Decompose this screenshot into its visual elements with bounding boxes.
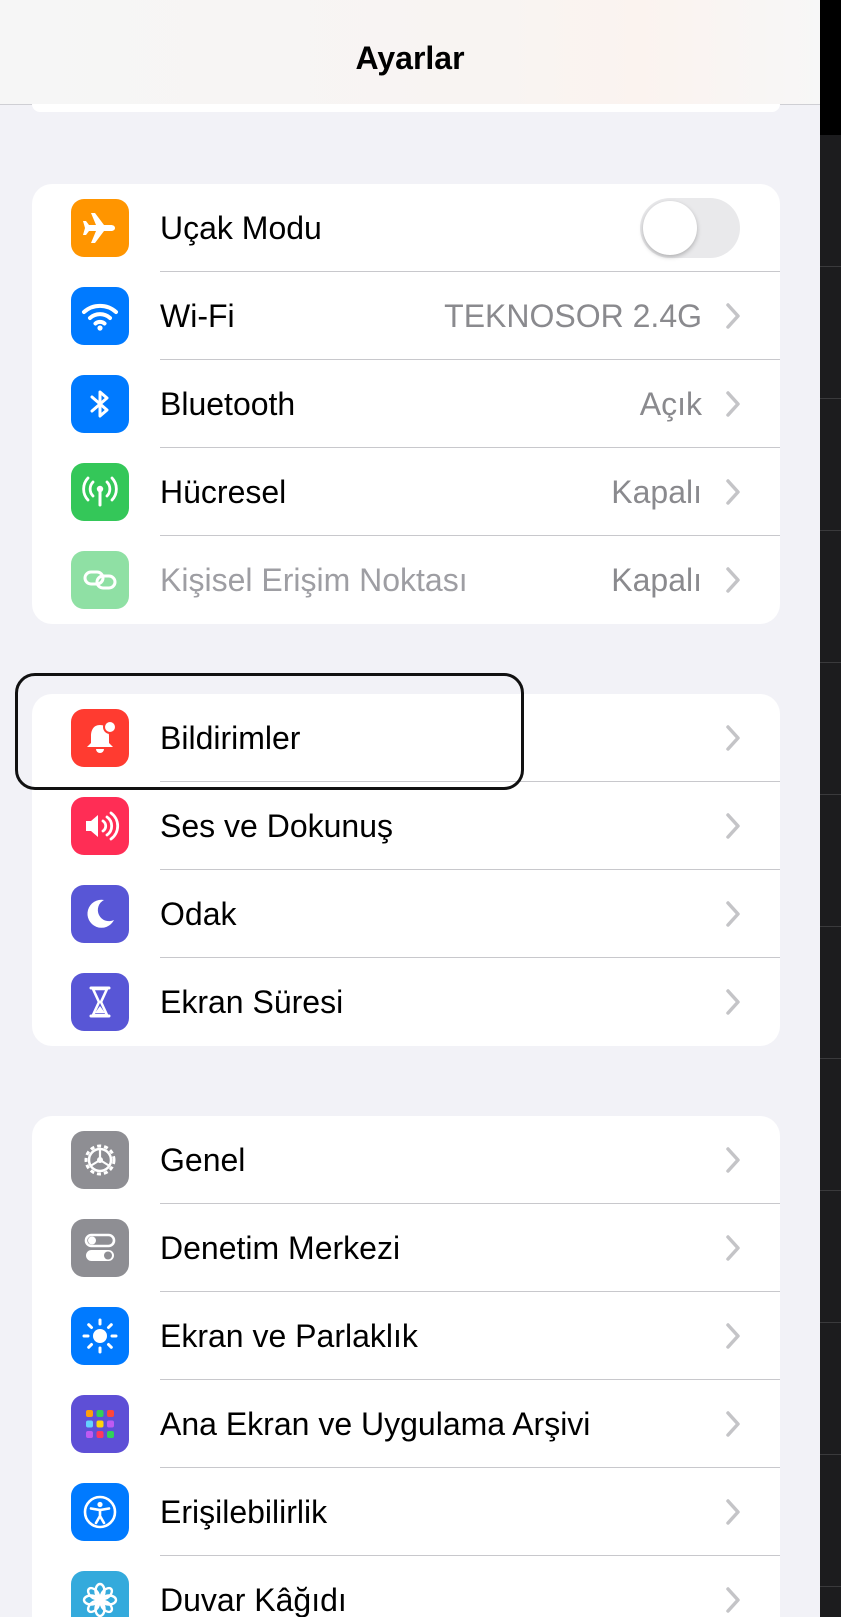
side-strip-line — [820, 398, 841, 399]
connectivity-group: Uçak Modu Wi-Fi TEKNOSOR 2.4G Bluetooth … — [32, 184, 780, 624]
settings-row-control-center[interactable]: Denetim Merkezi — [32, 1204, 780, 1292]
settings-row-display-brightness[interactable]: Ekran ve Parlaklık — [32, 1292, 780, 1380]
chevron-right-icon — [726, 813, 740, 839]
page-title: Ayarlar — [355, 40, 465, 76]
settings-row-general[interactable]: Genel — [32, 1116, 780, 1204]
side-strip-line — [820, 1454, 841, 1455]
scrolled-group-edge — [32, 104, 780, 112]
settings-row-screen-time[interactable]: Ekran Süresi — [32, 958, 780, 1046]
chevron-right-icon — [726, 1323, 740, 1349]
row-label: Ekran ve Parlaklık — [160, 1318, 418, 1354]
side-strip-line — [820, 662, 841, 663]
settings-row-airplane-mode[interactable]: Uçak Modu — [32, 184, 780, 272]
chevron-right-icon — [726, 725, 740, 751]
settings-row-wallpaper[interactable]: Duvar Kâğıdı — [32, 1556, 780, 1617]
side-strip-line — [820, 1190, 841, 1191]
bluetooth-icon — [71, 375, 129, 433]
settings-row-home-screen-app-library[interactable]: Ana Ekran ve Uygulama Arşivi — [32, 1380, 780, 1468]
cellular-icon — [71, 463, 129, 521]
side-strip-line — [820, 1058, 841, 1059]
airplane-icon — [71, 199, 129, 257]
speaker-icon — [71, 797, 129, 855]
accessibility-icon — [71, 1483, 129, 1541]
settings-row-personal-hotspot[interactable]: Kişisel Erişim Noktası Kapalı — [32, 536, 780, 624]
side-strip-line — [820, 1586, 841, 1587]
settings-row-sounds-haptics[interactable]: Ses ve Dokunuş — [32, 782, 780, 870]
row-label: Ses ve Dokunuş — [160, 808, 394, 844]
row-label: Genel — [160, 1142, 246, 1178]
settings-row-accessibility[interactable]: Erişilebilirlik — [32, 1468, 780, 1556]
row-label: Erişilebilirlik — [160, 1494, 328, 1530]
row-value: Kapalı — [611, 562, 702, 598]
moon-icon — [71, 885, 129, 943]
chevron-right-icon — [726, 989, 740, 1015]
chevron-right-icon — [726, 1411, 740, 1437]
navigation-bar: Ayarlar — [0, 0, 820, 105]
row-label: Duvar Kâğıdı — [160, 1582, 347, 1617]
row-label: Kişisel Erişim Noktası — [160, 562, 468, 598]
row-value: TEKNOSOR 2.4G — [444, 298, 702, 334]
settings-row-wifi[interactable]: Wi-Fi TEKNOSOR 2.4G — [32, 272, 780, 360]
side-strip-line — [820, 266, 841, 267]
settings-row-bluetooth[interactable]: Bluetooth Açık — [32, 360, 780, 448]
side-strip-top — [820, 0, 841, 135]
flower-icon — [71, 1571, 129, 1617]
settings-row-notifications[interactable]: Bildirimler — [32, 694, 780, 782]
row-label: Bildirimler — [160, 720, 301, 756]
wifi-icon — [71, 287, 129, 345]
chevron-right-icon — [726, 1147, 740, 1173]
side-strip-line — [820, 1322, 841, 1323]
chevron-right-icon — [726, 303, 740, 329]
general-group: Genel Denetim Merkezi Ekran ve Parlaklık… — [32, 1116, 780, 1617]
row-label: Denetim Merkezi — [160, 1230, 401, 1266]
row-value: Açık — [639, 386, 702, 422]
chevron-right-icon — [726, 1499, 740, 1525]
chevron-right-icon — [726, 391, 740, 417]
hotspot-icon — [71, 551, 129, 609]
chevron-right-icon — [726, 1235, 740, 1261]
chevron-right-icon — [726, 479, 740, 505]
row-label: Hücresel — [160, 474, 287, 510]
side-strip-line — [820, 794, 841, 795]
side-strip-line — [820, 530, 841, 531]
row-label: Ekran Süresi — [160, 984, 344, 1020]
settings-row-focus[interactable]: Odak — [32, 870, 780, 958]
chevron-right-icon — [726, 1587, 740, 1613]
airplane-mode-toggle[interactable] — [640, 198, 740, 258]
hourglass-icon — [71, 973, 129, 1031]
row-label: Wi-Fi — [160, 298, 235, 334]
app-grid-icon — [71, 1395, 129, 1453]
row-label: Bluetooth — [160, 386, 296, 422]
bell-icon — [71, 709, 129, 767]
row-label: Ana Ekran ve Uygulama Arşivi — [160, 1406, 591, 1442]
side-edge-strip — [820, 0, 841, 1617]
row-label: Odak — [160, 896, 237, 932]
settings-screen: Ayarlar Uçak Modu Wi-Fi TEKNOSOR 2.4G Bl… — [0, 0, 820, 1617]
notifications-group: Bildirimler Ses ve Dokunuş Odak Ekran Sü… — [32, 694, 780, 1046]
chevron-right-icon — [726, 567, 740, 593]
toggle-knob — [643, 201, 697, 255]
sun-icon — [71, 1307, 129, 1365]
chevron-right-icon — [726, 901, 740, 927]
side-strip-line — [820, 926, 841, 927]
settings-row-cellular[interactable]: Hücresel Kapalı — [32, 448, 780, 536]
row-value: Kapalı — [611, 474, 702, 510]
switches-icon — [71, 1219, 129, 1277]
gear-icon — [71, 1131, 129, 1189]
row-label: Uçak Modu — [160, 210, 322, 246]
